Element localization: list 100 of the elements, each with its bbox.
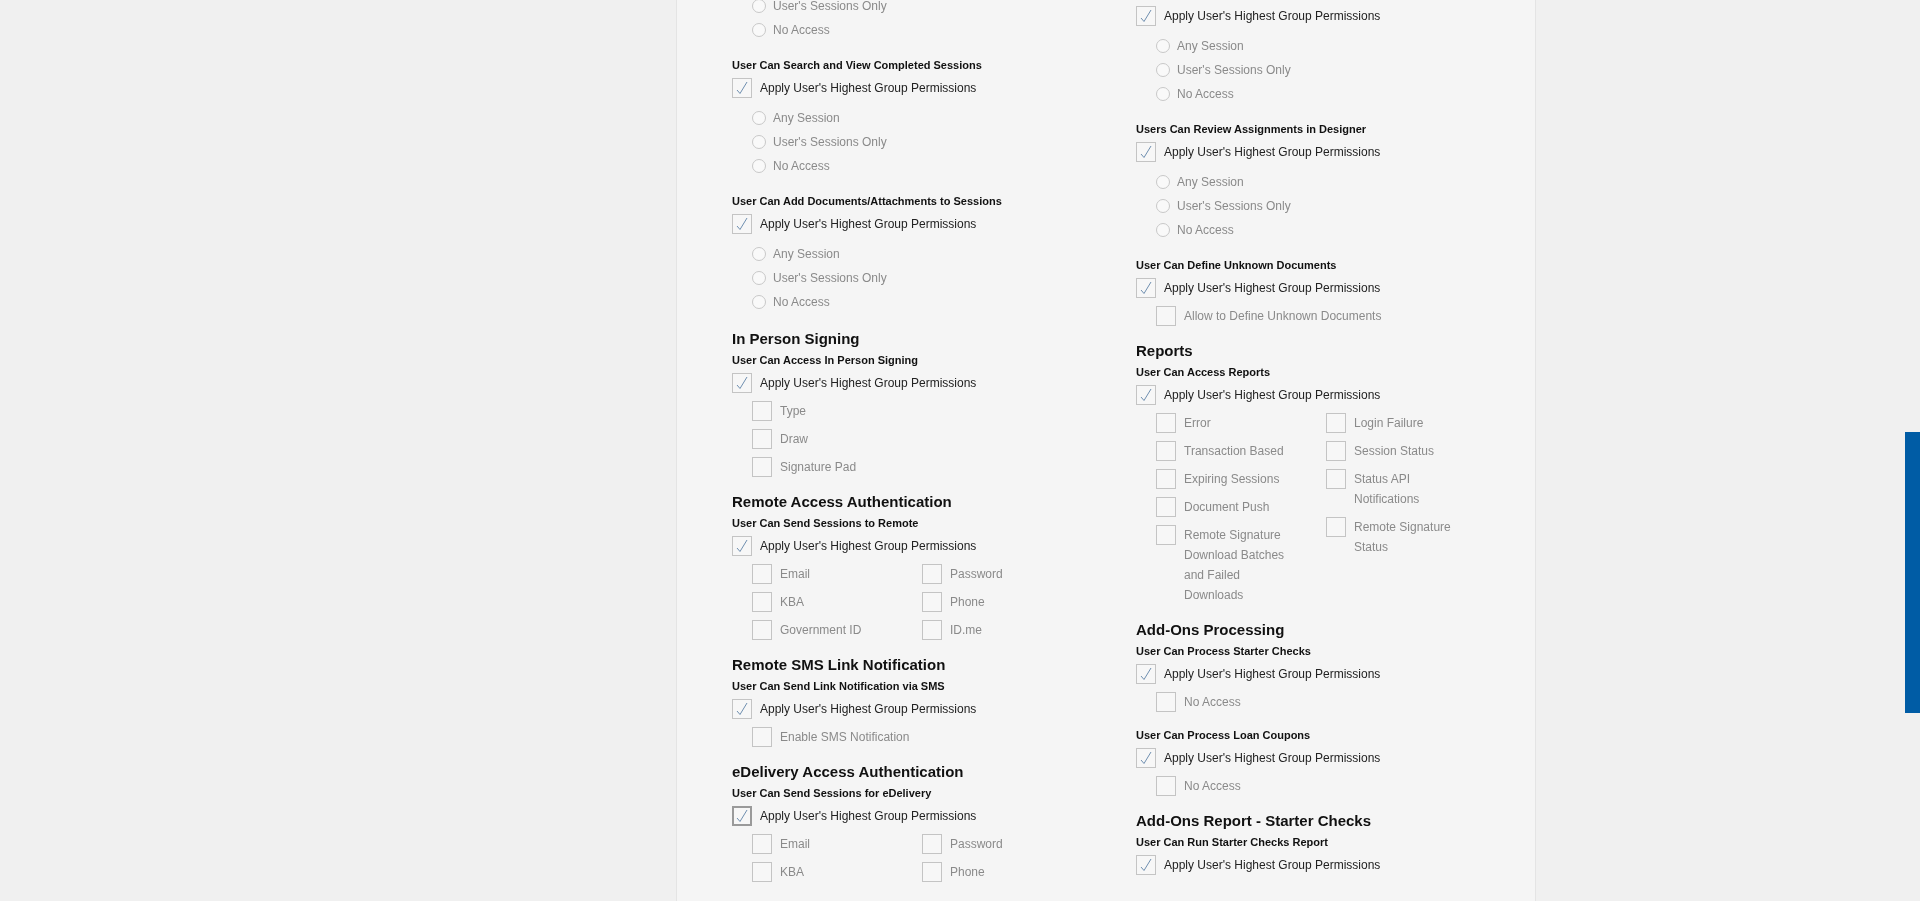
radio-option[interactable]: No Access	[752, 18, 887, 42]
radio-option[interactable]: User's Sessions Only	[1156, 194, 1291, 218]
permission-title: User Can Access In Person Signing	[732, 353, 920, 367]
checkbox-label: Apply User's Highest Group Permissions	[760, 81, 977, 95]
checkbox-option[interactable]: Apply User's Highest Group Permissions	[1136, 853, 1535, 877]
checkbox[interactable]	[732, 214, 752, 234]
checkbox[interactable]	[1156, 441, 1176, 461]
option-label: Any Session	[773, 246, 840, 263]
permission-title: User Can Process Starter Checks	[1136, 644, 1312, 658]
checkbox-option[interactable]: Apply User's Highest Group Permissions	[732, 76, 1081, 100]
checkbox-option[interactable]: Apply User's Highest Group Permissions	[732, 371, 1081, 395]
permission-title: Users Can Review Assignments in Designer	[1136, 122, 1368, 136]
checkbox[interactable]	[1136, 748, 1156, 768]
radio-option[interactable]: Any Session	[1156, 170, 1291, 194]
checkbox[interactable]	[1156, 306, 1176, 326]
option-label: Status API Notifications	[1354, 471, 1421, 508]
radio-button[interactable]	[752, 111, 766, 125]
checkmark-icon	[736, 702, 748, 716]
checkmark-icon	[1140, 9, 1152, 23]
radio-option[interactable]: User's Sessions Only	[752, 0, 887, 18]
radio-button[interactable]	[752, 0, 766, 13]
radio-button[interactable]	[1156, 63, 1170, 77]
option-label: Document Push	[1184, 499, 1270, 516]
checkbox[interactable]	[1326, 517, 1346, 537]
radio-button[interactable]	[1156, 39, 1170, 53]
radio-button[interactable]	[752, 23, 766, 37]
checkbox[interactable]	[752, 457, 772, 477]
checkbox[interactable]	[1136, 664, 1156, 684]
option-label: Any Session	[773, 110, 840, 127]
checkbox[interactable]	[752, 727, 772, 747]
checkbox[interactable]	[752, 429, 772, 449]
checkbox-label: Apply User's Highest Group Permissions	[1164, 667, 1381, 681]
checkbox[interactable]	[732, 699, 752, 719]
checkbox-option[interactable]: Apply User's Highest Group Permissions	[732, 534, 1081, 558]
radio-button[interactable]	[1156, 199, 1170, 213]
checkbox-option[interactable]: Apply User's Highest Group Permissions	[1136, 276, 1535, 300]
checkbox[interactable]	[1326, 441, 1346, 461]
checkbox[interactable]	[732, 806, 752, 826]
checkbox[interactable]	[1156, 469, 1176, 489]
checkbox-option[interactable]: Apply User's Highest Group Permissions	[1136, 383, 1535, 407]
radio-button[interactable]	[752, 159, 766, 173]
radio-button[interactable]	[752, 247, 766, 261]
checkbox[interactable]	[752, 620, 772, 640]
radio-button[interactable]	[1156, 223, 1170, 237]
checkbox[interactable]	[922, 834, 942, 854]
radio-button[interactable]	[1156, 175, 1170, 189]
option-label: No Access	[1177, 86, 1234, 103]
radio-option[interactable]: User's Sessions Only	[752, 130, 887, 154]
radio-option[interactable]: No Access	[1156, 82, 1291, 106]
radio-button[interactable]	[752, 271, 766, 285]
checkbox[interactable]	[752, 592, 772, 612]
checkbox[interactable]	[1136, 385, 1156, 405]
option-label: Enable SMS Notification	[780, 729, 910, 746]
checkbox[interactable]	[922, 564, 942, 584]
scrollbar-thumb[interactable]	[1905, 432, 1920, 713]
radio-button[interactable]	[752, 295, 766, 309]
checkbox[interactable]	[922, 592, 942, 612]
radio-option[interactable]: User's Sessions Only	[752, 266, 887, 290]
checkbox[interactable]	[1156, 776, 1176, 796]
checkbox-option[interactable]: Apply User's Highest Group Permissions	[732, 804, 1081, 828]
checkbox-option[interactable]: Apply User's Highest Group Permissions	[1136, 4, 1535, 28]
radio-option[interactable]: Any Session	[752, 242, 887, 266]
checkbox[interactable]	[1326, 413, 1346, 433]
radio-option[interactable]: No Access	[752, 290, 887, 314]
section-heading: eDelivery Access Authentication	[732, 763, 965, 781]
checkmark-icon	[1140, 751, 1152, 765]
checkbox[interactable]	[752, 862, 772, 882]
checkbox[interactable]	[922, 862, 942, 882]
checkbox[interactable]	[922, 620, 942, 640]
checkbox[interactable]	[1156, 692, 1176, 712]
checkbox-label: Apply User's Highest Group Permissions	[1164, 281, 1381, 295]
checkbox[interactable]	[1326, 469, 1346, 489]
radio-option[interactable]: No Access	[752, 154, 887, 178]
checkbox[interactable]	[752, 564, 772, 584]
checkbox-option[interactable]: Apply User's Highest Group Permissions	[1136, 746, 1535, 770]
checkbox[interactable]	[1156, 497, 1176, 517]
checkbox[interactable]	[732, 373, 752, 393]
checkbox[interactable]	[752, 834, 772, 854]
checkbox-option[interactable]: Apply User's Highest Group Permissions	[732, 697, 1081, 721]
checkbox[interactable]	[1136, 6, 1156, 26]
radio-option[interactable]: Any Session	[1156, 34, 1291, 58]
checkbox-label: Apply User's Highest Group Permissions	[1164, 751, 1381, 765]
checkbox[interactable]	[1156, 413, 1176, 433]
checkbox-option[interactable]: Apply User's Highest Group Permissions	[732, 212, 1081, 236]
checkbox-option[interactable]: Apply User's Highest Group Permissions	[1136, 140, 1535, 164]
checkbox-option[interactable]: Apply User's Highest Group Permissions	[1136, 662, 1535, 686]
checkbox[interactable]	[732, 78, 752, 98]
checkbox[interactable]	[1136, 278, 1156, 298]
checkbox[interactable]	[1136, 855, 1156, 875]
radio-option[interactable]: No Access	[1156, 218, 1291, 242]
radio-button[interactable]	[752, 135, 766, 149]
checkbox[interactable]	[1136, 142, 1156, 162]
checkbox[interactable]	[732, 536, 752, 556]
checkbox[interactable]	[752, 401, 772, 421]
option-label: Error	[1184, 415, 1211, 432]
radio-button[interactable]	[1156, 87, 1170, 101]
option-label: KBA	[780, 594, 804, 611]
checkbox[interactable]	[1156, 525, 1176, 545]
radio-option[interactable]: User's Sessions Only	[1156, 58, 1291, 82]
radio-option[interactable]: Any Session	[752, 106, 887, 130]
